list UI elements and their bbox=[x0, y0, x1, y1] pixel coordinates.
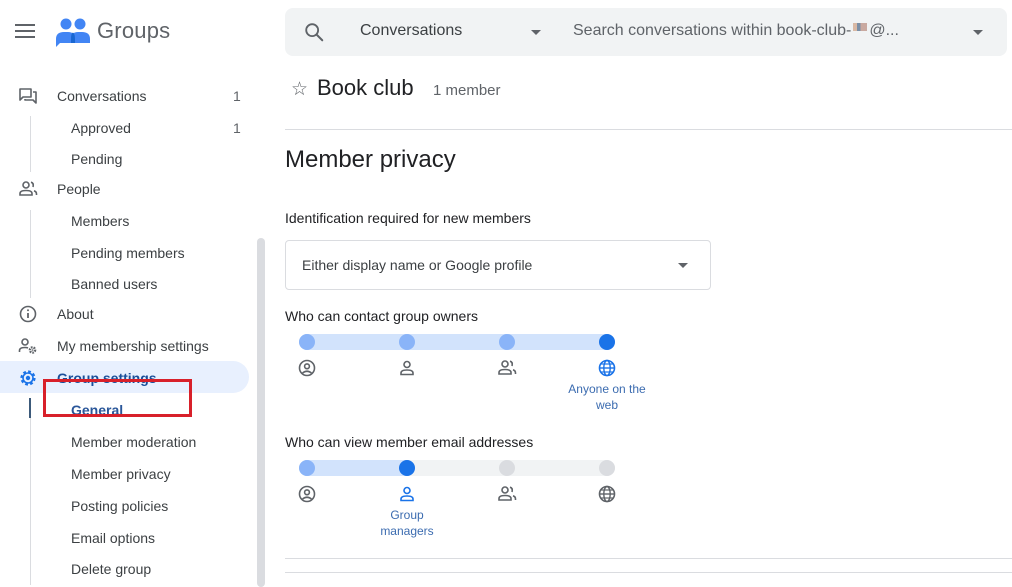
view-emails-slider[interactable]: Group managers bbox=[297, 460, 617, 550]
hamburger-line bbox=[15, 30, 35, 32]
divider bbox=[285, 129, 1012, 130]
sidebar-item-my-membership-settings[interactable]: My membership settings bbox=[0, 329, 249, 361]
search-scope-value: Conversations bbox=[360, 22, 463, 39]
slider-stop[interactable] bbox=[499, 334, 515, 350]
person-icon[interactable] bbox=[397, 358, 417, 378]
slider-stop[interactable] bbox=[399, 460, 415, 476]
sidebar-item-label: My membership settings bbox=[57, 338, 209, 354]
search-placeholder-prefix: Search conversations within book-club- bbox=[573, 22, 852, 39]
sidebar-item-banned-users[interactable]: Banned users bbox=[0, 267, 249, 299]
brand-name: Groups bbox=[97, 18, 171, 43]
info-icon bbox=[19, 305, 37, 323]
sidebar-scrollbar[interactable] bbox=[257, 238, 265, 587]
google-groups-app: Groups Conversations Search conversation… bbox=[0, 0, 1012, 587]
sidebar-item-label: Members bbox=[71, 213, 130, 229]
chevron-down-icon bbox=[678, 263, 688, 268]
search-bar: Conversations Search conversations withi… bbox=[285, 8, 1007, 56]
slider-stop[interactable] bbox=[599, 334, 615, 350]
group-title: Book club bbox=[317, 75, 414, 100]
slider-stop[interactable] bbox=[399, 334, 415, 350]
group-icon[interactable] bbox=[497, 484, 517, 504]
redacted-text bbox=[853, 23, 868, 31]
sidebar-item-label: Approved bbox=[71, 120, 131, 136]
slider-stop[interactable] bbox=[499, 460, 515, 476]
sidebar-item-label: Member privacy bbox=[71, 466, 171, 482]
main-menu-button[interactable] bbox=[13, 21, 37, 43]
globe-icon[interactable] bbox=[597, 358, 617, 378]
divider bbox=[285, 572, 1012, 573]
main-content: ☆ Book club 1 member Member privacy Iden… bbox=[285, 60, 1012, 587]
sidebar-item-member-privacy[interactable]: Member privacy bbox=[0, 457, 249, 489]
sidebar-item-label: About bbox=[57, 306, 94, 322]
identification-select-value: Either display name or Google profile bbox=[302, 257, 533, 273]
hamburger-line bbox=[15, 24, 35, 26]
slider-stop[interactable] bbox=[299, 334, 315, 350]
sidebar-item-about[interactable]: About bbox=[0, 297, 249, 329]
identification-select[interactable]: Either display name or Google profile bbox=[285, 240, 711, 290]
view-emails-label: Who can view member email addresses bbox=[285, 434, 534, 450]
sidebar-item-people[interactable]: People bbox=[0, 172, 249, 204]
sidebar-item-label: Banned users bbox=[71, 276, 158, 292]
group-icon[interactable] bbox=[497, 358, 517, 378]
selected-stop-label: Anyone on the web bbox=[568, 382, 646, 412]
search-input[interactable]: Search conversations within book-club- @.… bbox=[573, 22, 899, 40]
sidebar-item-pending[interactable]: Pending bbox=[0, 142, 249, 174]
sidebar-nav: Conversations 1 Approved 1 Pending Peopl… bbox=[0, 76, 265, 587]
annotation-highlight-box bbox=[43, 379, 192, 417]
contact-owners-slider[interactable]: Anyone on the web bbox=[297, 334, 646, 424]
sidebar-item-conversations[interactable]: Conversations 1 bbox=[0, 79, 249, 111]
sidebar-item-label: Posting policies bbox=[71, 498, 169, 514]
sidebar-item-label: Member moderation bbox=[71, 434, 197, 450]
sidebar-item-pending-members[interactable]: Pending members bbox=[0, 236, 249, 268]
slider-fill bbox=[299, 334, 615, 350]
sidebar-item-approved[interactable]: Approved 1 bbox=[0, 111, 249, 143]
selected-stop-label: Group managers bbox=[380, 508, 434, 538]
sidebar-item-delete-group[interactable]: Delete group bbox=[0, 552, 249, 584]
hamburger-line bbox=[15, 36, 35, 38]
sidebar-item-members[interactable]: Members bbox=[0, 204, 249, 236]
account-circle-icon[interactable] bbox=[297, 358, 317, 378]
sidebar-item-label: Pending members bbox=[71, 245, 185, 261]
slider-stop[interactable] bbox=[299, 460, 315, 476]
search-icon[interactable] bbox=[303, 21, 325, 43]
slider-fill bbox=[299, 460, 415, 476]
sidebar-item-label: Pending bbox=[71, 151, 123, 167]
unread-count: 1 bbox=[233, 88, 241, 104]
sidebar-item-label: Delete group bbox=[71, 561, 152, 577]
google-groups-logo-icon[interactable] bbox=[55, 17, 91, 49]
account-circle-icon[interactable] bbox=[297, 484, 317, 504]
person-settings-icon bbox=[18, 338, 37, 354]
sidebar-item-email-options[interactable]: Email options bbox=[0, 521, 249, 553]
chevron-down-icon[interactable] bbox=[531, 30, 541, 35]
identification-label: Identification required for new members bbox=[285, 210, 531, 226]
divider bbox=[285, 558, 1012, 559]
sidebar-item-label: Email options bbox=[71, 530, 156, 546]
search-options-chevron-down-icon[interactable] bbox=[973, 30, 983, 35]
search-placeholder-suffix: @... bbox=[869, 22, 899, 39]
sidebar-item-label: People bbox=[57, 181, 101, 197]
person-icon[interactable] bbox=[397, 484, 417, 504]
gear-icon bbox=[20, 370, 36, 386]
forum-icon bbox=[19, 88, 37, 104]
sidebar-item-label: Conversations bbox=[57, 88, 147, 104]
globe-icon[interactable] bbox=[597, 484, 617, 504]
star-icon[interactable]: ☆ bbox=[291, 78, 308, 101]
approved-count: 1 bbox=[233, 120, 241, 136]
people-icon bbox=[19, 181, 38, 196]
sidebar-item-member-moderation[interactable]: Member moderation bbox=[0, 425, 249, 457]
contact-owners-label: Who can contact group owners bbox=[285, 308, 478, 324]
section-title: Member privacy bbox=[285, 146, 456, 173]
member-count[interactable]: 1 member bbox=[433, 82, 501, 99]
sidebar-item-posting-policies[interactable]: Posting policies bbox=[0, 489, 249, 521]
slider-stop[interactable] bbox=[599, 460, 615, 476]
